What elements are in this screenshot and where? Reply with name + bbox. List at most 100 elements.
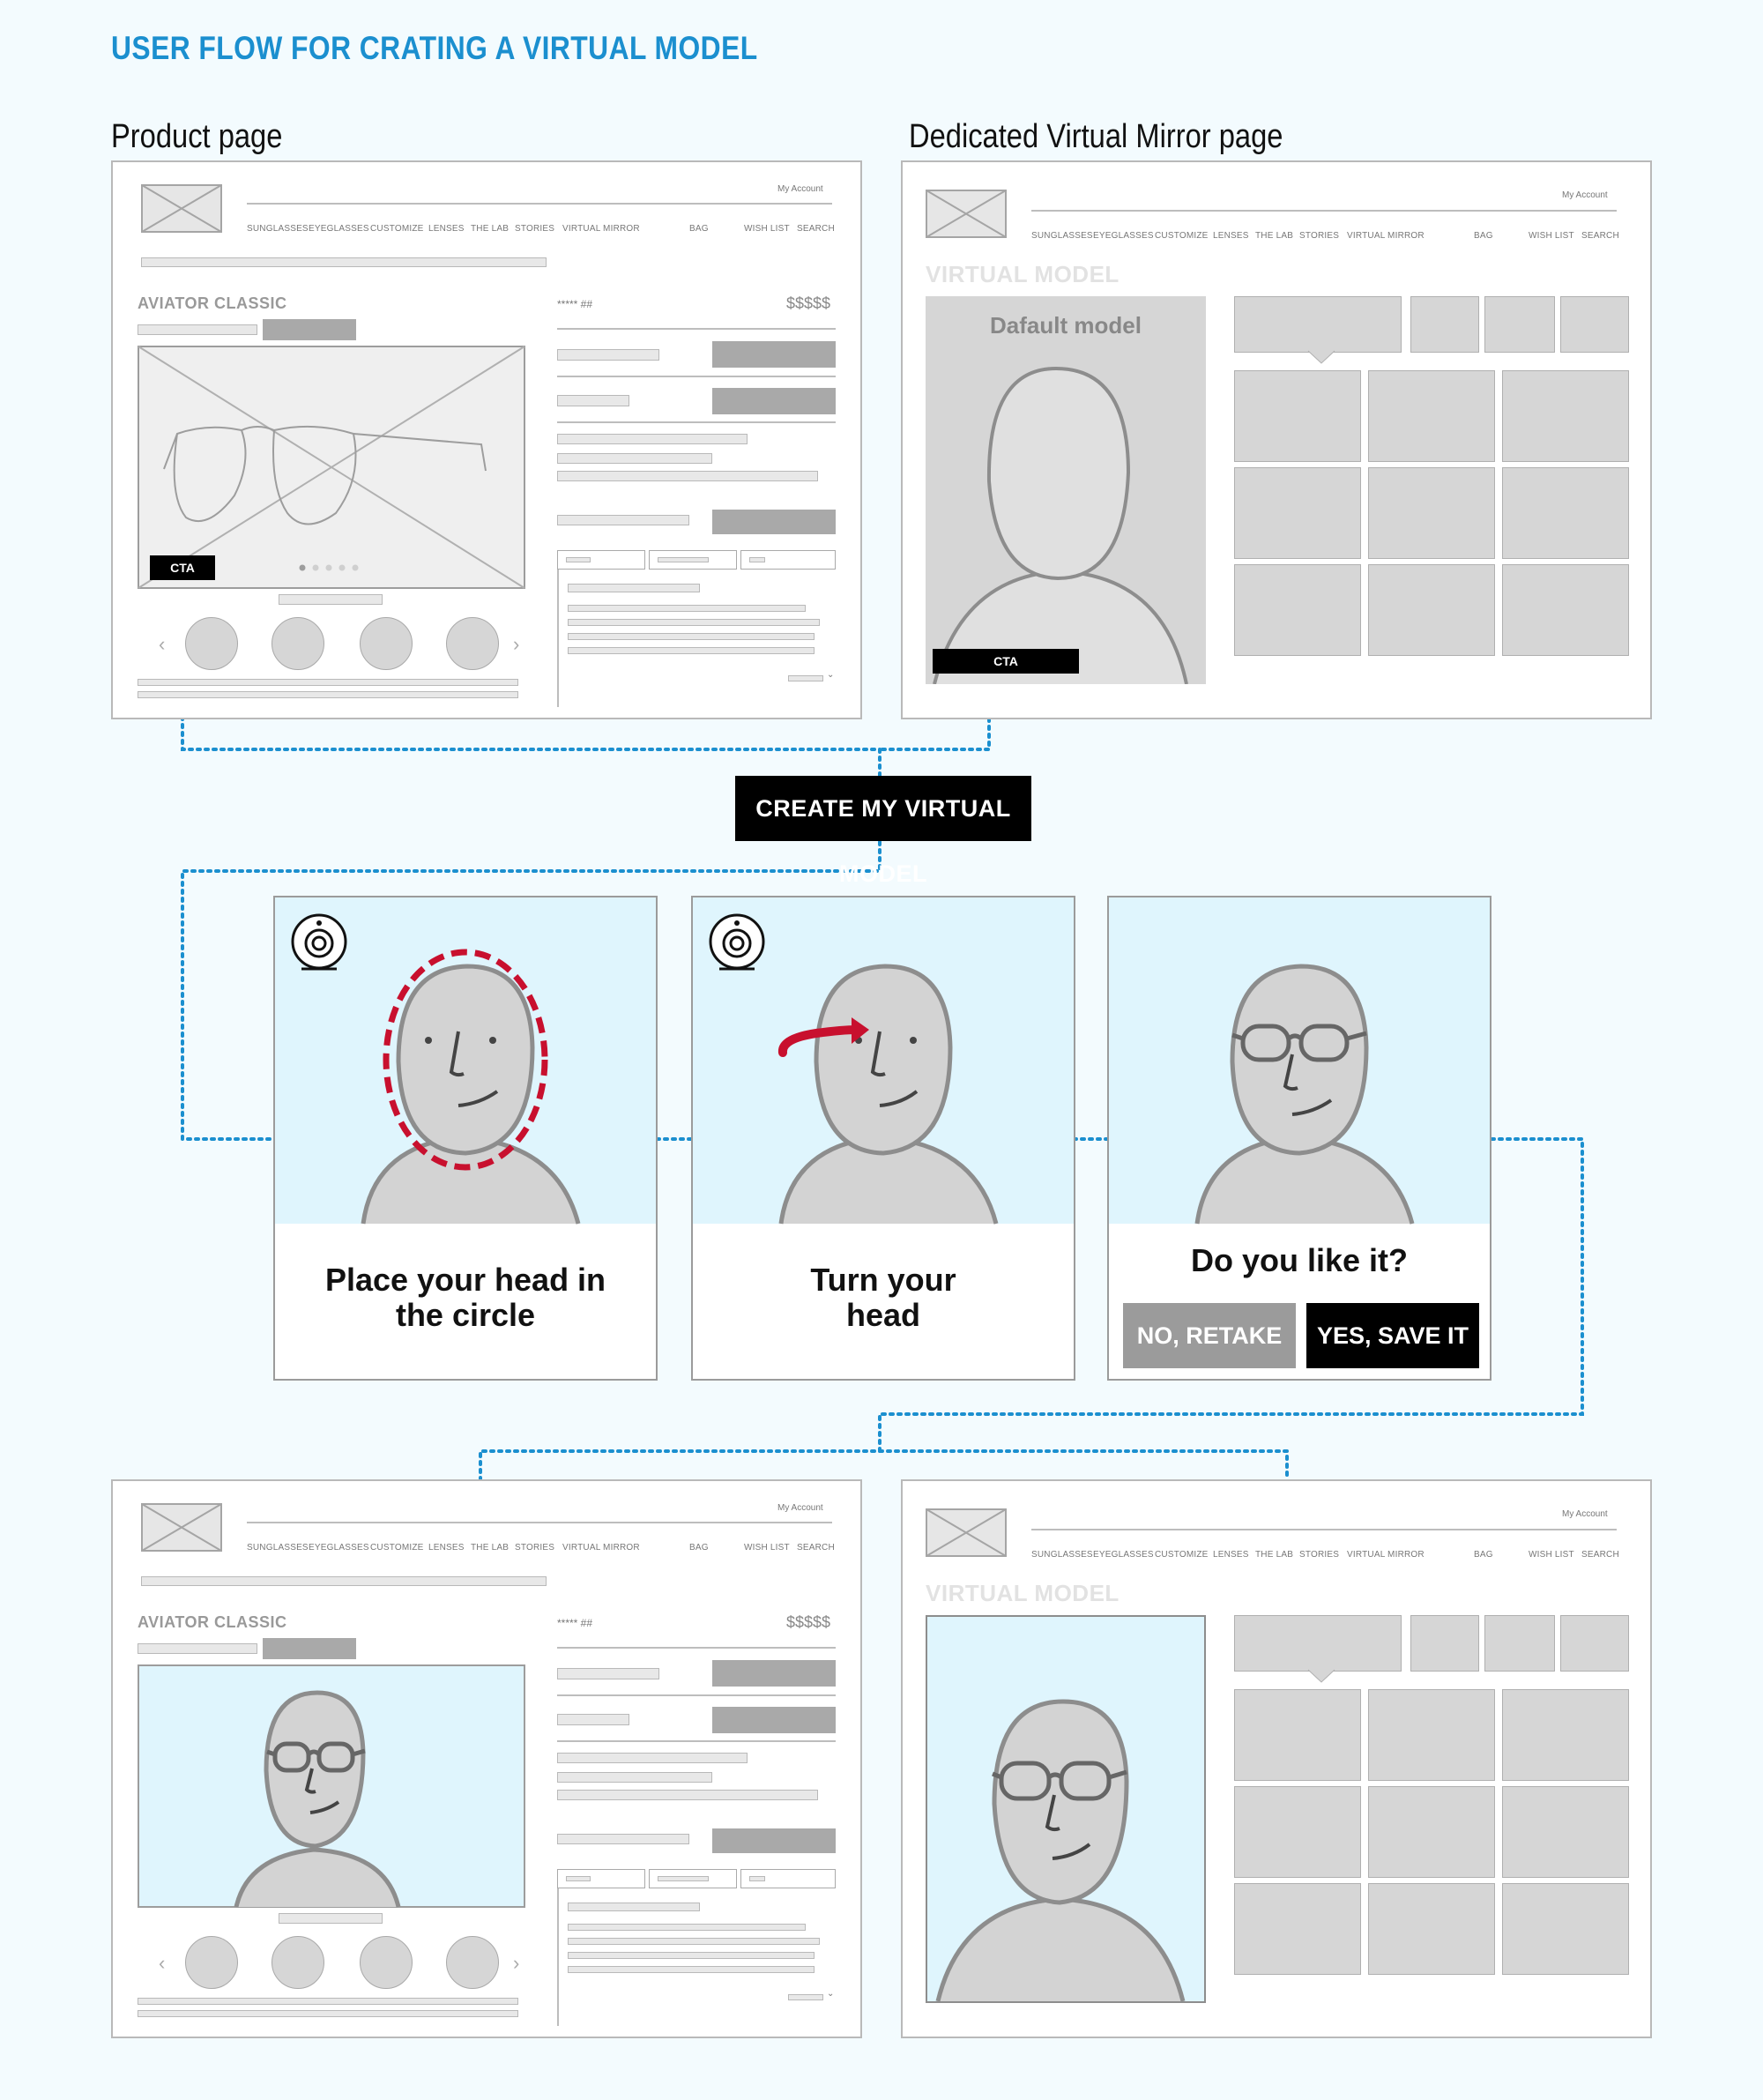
variant-thumb[interactable] — [360, 617, 413, 670]
nav-customize[interactable]: CUSTOMIZE — [370, 1543, 424, 1553]
product-grid-tile[interactable] — [1234, 564, 1361, 656]
my-account-link[interactable]: My Account — [777, 184, 823, 194]
variant-thumb[interactable] — [185, 1936, 238, 1989]
nav-the-lab[interactable]: THE LAB — [1255, 231, 1293, 241]
nav-wish-list[interactable]: WISH LIST — [744, 224, 790, 234]
nav-eyeglasses[interactable]: EYEGLASSES — [1093, 231, 1154, 241]
option-select-placeholder[interactable] — [712, 1707, 836, 1733]
product-grid-tile[interactable] — [1502, 467, 1629, 559]
carousel-prev-icon[interactable]: ‹ — [159, 1952, 165, 1975]
nav-eyeglasses[interactable]: EYEGLASSES — [309, 224, 369, 234]
nav-virtual-mirror[interactable]: VIRTUAL MIRROR — [562, 1543, 640, 1553]
nav-bag[interactable]: BAG — [689, 224, 709, 234]
color-swatch-placeholder[interactable] — [263, 1638, 356, 1659]
variant-thumb[interactable] — [272, 1936, 324, 1989]
add-to-bag-placeholder[interactable] — [712, 1828, 836, 1853]
variant-thumb[interactable] — [446, 1936, 499, 1989]
nav-stories[interactable]: STORIES — [515, 224, 554, 234]
product-grid-tile[interactable] — [1368, 370, 1495, 462]
nav-bag[interactable]: BAG — [689, 1543, 709, 1553]
nav-wish-list[interactable]: WISH LIST — [1529, 1550, 1574, 1560]
option-select-placeholder[interactable] — [712, 1660, 836, 1687]
frame-selector-placeholder[interactable] — [1410, 1615, 1479, 1672]
add-to-bag-placeholder[interactable] — [712, 510, 836, 534]
carousel-prev-icon[interactable]: ‹ — [159, 633, 165, 656]
nav-the-lab[interactable]: THE LAB — [471, 1543, 509, 1553]
my-account-link[interactable]: My Account — [777, 1503, 823, 1513]
option-select-placeholder[interactable] — [712, 341, 836, 368]
save-button[interactable]: YES, SAVE IT — [1306, 1303, 1479, 1368]
nav-eyeglasses[interactable]: EYEGLASSES — [309, 1543, 369, 1553]
nav-eyeglasses[interactable]: EYEGLASSES — [1093, 1550, 1154, 1560]
product-grid-tile[interactable] — [1234, 467, 1361, 559]
nav-sunglasses[interactable]: SUNGLASSES — [1031, 1550, 1093, 1560]
chevron-down-icon[interactable]: ⌄ — [827, 1989, 834, 1999]
product-grid-tile[interactable] — [1368, 467, 1495, 559]
nav-the-lab[interactable]: THE LAB — [1255, 1550, 1293, 1560]
frame-selector-placeholder[interactable] — [1410, 296, 1479, 353]
variant-thumb[interactable] — [360, 1936, 413, 1989]
nav-customize[interactable]: CUSTOMIZE — [370, 224, 424, 234]
nav-lenses[interactable]: LENSES — [1213, 1550, 1249, 1560]
product-grid-tile[interactable] — [1234, 1689, 1361, 1781]
nav-bag[interactable]: BAG — [1474, 1550, 1493, 1560]
option-select-placeholder[interactable] — [712, 388, 836, 414]
nav-search[interactable]: SEARCH — [797, 224, 835, 234]
chevron-down-icon[interactable]: ⌄ — [827, 670, 834, 680]
frame-selector-placeholder[interactable] — [1560, 296, 1629, 353]
nav-search[interactable]: SEARCH — [1581, 231, 1619, 241]
my-account-link[interactable]: My Account — [1562, 1509, 1608, 1519]
nav-sunglasses[interactable]: SUNGLASSES — [1031, 231, 1093, 241]
product-grid-tile[interactable] — [1502, 1786, 1629, 1878]
text-placeholder — [557, 434, 748, 444]
product-grid-tile[interactable] — [1368, 1689, 1495, 1781]
nav-virtual-mirror[interactable]: VIRTUAL MIRROR — [1347, 1550, 1425, 1560]
create-virtual-model-button[interactable]: CREATE MY VIRTUAL MODEL — [735, 776, 1031, 887]
nav-lenses[interactable]: LENSES — [428, 224, 465, 234]
mirror-cta-button[interactable]: CTA — [933, 649, 1079, 674]
nav-stories[interactable]: STORIES — [1299, 1550, 1339, 1560]
product-grid-tile[interactable] — [1502, 564, 1629, 656]
frame-selector-placeholder[interactable] — [1234, 1615, 1402, 1672]
nav-virtual-mirror[interactable]: VIRTUAL MIRROR — [1347, 231, 1425, 241]
text-placeholder — [557, 1834, 689, 1844]
nav-wish-list[interactable]: WISH LIST — [744, 1543, 790, 1553]
product-grid-tile[interactable] — [1368, 1786, 1495, 1878]
nav-search[interactable]: SEARCH — [797, 1543, 835, 1553]
frame-selector-placeholder[interactable] — [1484, 1615, 1555, 1672]
product-grid-tile[interactable] — [1234, 1883, 1361, 1975]
nav-stories[interactable]: STORIES — [515, 1543, 554, 1553]
product-grid-tile[interactable] — [1234, 1786, 1361, 1878]
carousel-next-icon[interactable]: › — [513, 633, 519, 656]
product-cta-button[interactable]: CTA — [150, 555, 215, 580]
carousel-next-icon[interactable]: › — [513, 1952, 519, 1975]
carousel-dots[interactable] — [298, 563, 368, 572]
retake-button[interactable]: NO, RETAKE — [1123, 1303, 1296, 1368]
product-grid-tile[interactable] — [1368, 564, 1495, 656]
variant-thumb[interactable] — [272, 617, 324, 670]
product-grid-tile[interactable] — [1234, 370, 1361, 462]
frame-selector-placeholder[interactable] — [1560, 1615, 1629, 1672]
frame-selector-placeholder[interactable] — [1484, 296, 1555, 353]
nav-bag[interactable]: BAG — [1474, 231, 1493, 241]
nav-lenses[interactable]: LENSES — [1213, 231, 1249, 241]
nav-stories[interactable]: STORIES — [1299, 231, 1339, 241]
product-grid-tile[interactable] — [1368, 1883, 1495, 1975]
nav-customize[interactable]: CUSTOMIZE — [1155, 1550, 1209, 1560]
product-grid-tile[interactable] — [1502, 1689, 1629, 1781]
nav-virtual-mirror[interactable]: VIRTUAL MIRROR — [562, 224, 640, 234]
nav-lenses[interactable]: LENSES — [428, 1543, 465, 1553]
nav-customize[interactable]: CUSTOMIZE — [1155, 231, 1209, 241]
nav-sunglasses[interactable]: SUNGLASSES — [247, 224, 309, 234]
variant-thumb[interactable] — [446, 617, 499, 670]
nav-search[interactable]: SEARCH — [1581, 1550, 1619, 1560]
product-grid-tile[interactable] — [1502, 370, 1629, 462]
nav-the-lab[interactable]: THE LAB — [471, 224, 509, 234]
variant-thumb[interactable] — [185, 617, 238, 670]
nav-sunglasses[interactable]: SUNGLASSES — [247, 1543, 309, 1553]
product-grid-tile[interactable] — [1502, 1883, 1629, 1975]
nav-wish-list[interactable]: WISH LIST — [1529, 231, 1574, 241]
color-swatch-placeholder[interactable] — [263, 319, 356, 340]
my-account-link[interactable]: My Account — [1562, 190, 1608, 200]
frame-selector-placeholder[interactable] — [1234, 296, 1402, 353]
